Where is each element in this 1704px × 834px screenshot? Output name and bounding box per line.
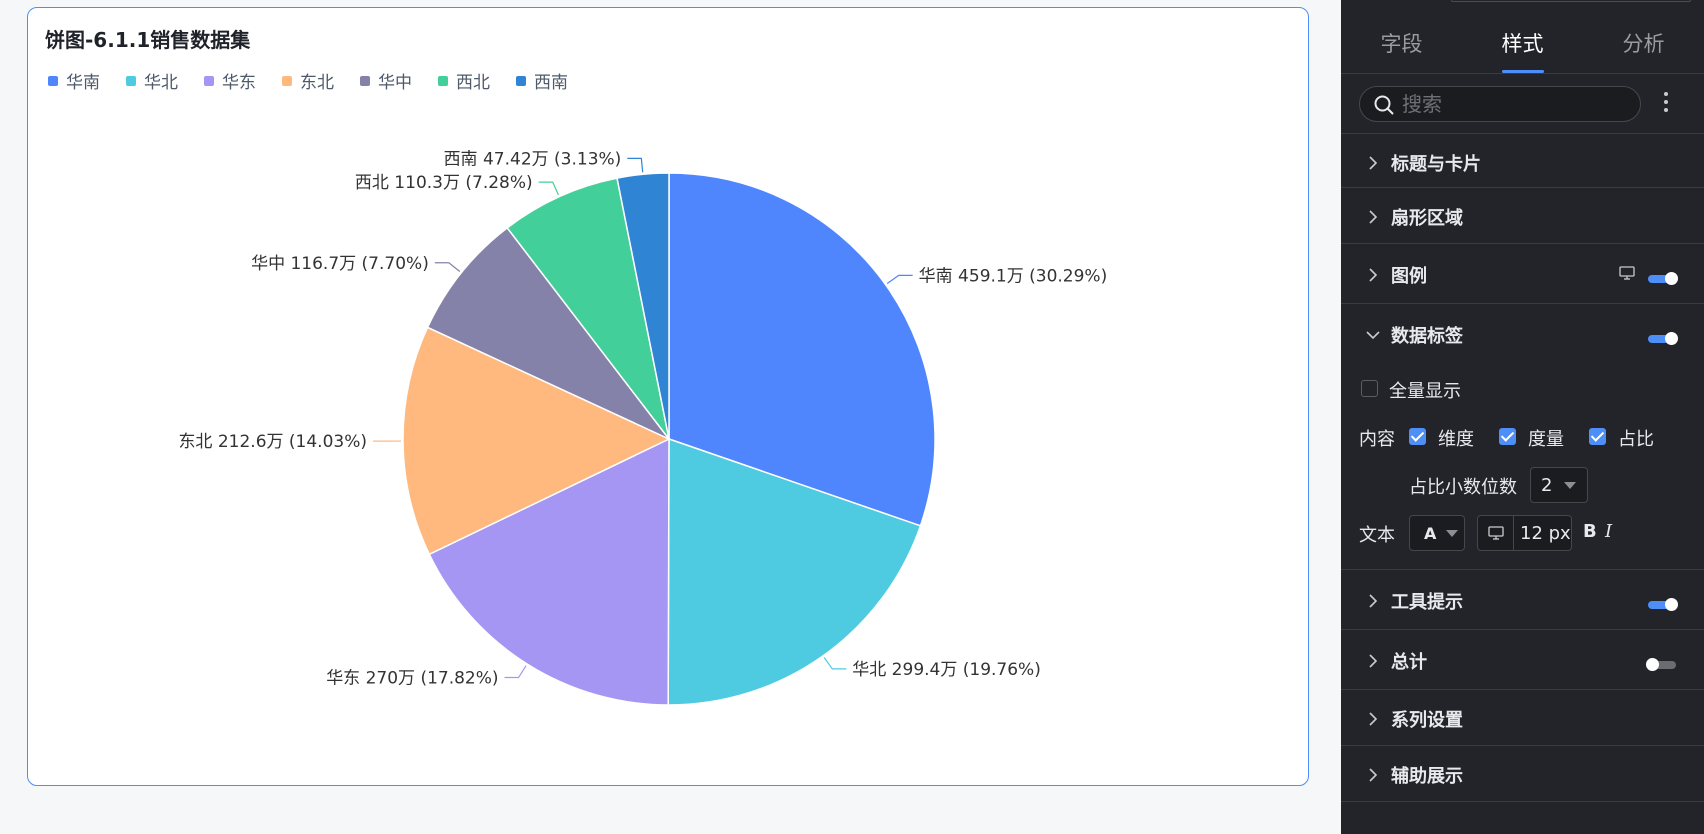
chevron-right-icon (1369, 156, 1378, 170)
section-series[interactable]: 系列设置 (1341, 690, 1704, 746)
ratio-checkbox[interactable] (1589, 428, 1606, 445)
section-total[interactable]: 总计 (1341, 630, 1704, 690)
chart-card[interactable]: 饼图-6.1.1销售数据集 华南 华北 华东 东北 华中 西北 西南 华南 45… (27, 7, 1309, 786)
search-icon (1374, 95, 1394, 115)
section-data-label: 数据标签 全量显示 内容 维度 度量 占比 占比小数位数 2 文本 A 12 p… (1341, 304, 1704, 570)
data-label-huanan: 华南 459.1万 (30.29%) (919, 266, 1108, 286)
section-title: 系列设置 (1391, 710, 1463, 731)
chevron-right-icon (1369, 594, 1378, 608)
tab-fields[interactable]: 字段 (1341, 0, 1462, 73)
section-title: 图例 (1391, 266, 1427, 287)
tooltip-toggle[interactable] (1648, 598, 1678, 611)
measure-label: 度量 (1528, 429, 1564, 450)
section-head: 系列设置 (1365, 706, 1463, 732)
section-title: 总计 (1391, 652, 1427, 673)
ratio-label: 占比 (1618, 429, 1654, 450)
font-size-value: 12 px (1520, 522, 1571, 544)
data-label-huazhong: 华中 116.7万 (7.70%) (251, 254, 429, 274)
monitor-icon[interactable] (1619, 266, 1635, 280)
dimension-label: 维度 (1438, 429, 1474, 450)
chevron-right-icon (1369, 654, 1378, 668)
data-label-huadong: 华东 270万 (17.82%) (326, 669, 498, 689)
total-toggle[interactable] (1646, 658, 1676, 671)
pie-chart: 华南 459.1万 (30.29%) 华北 299.4万 (19.76%) 华东 2… (178, 149, 1108, 706)
section-head: 辅助展示 (1365, 762, 1463, 788)
show-all-label: 全量显示 (1389, 381, 1461, 402)
chevron-right-icon (1369, 712, 1378, 726)
divider (1513, 516, 1514, 550)
search-row (1341, 74, 1704, 134)
font-color-select[interactable]: A (1409, 515, 1465, 551)
caret-down-icon (1446, 529, 1459, 537)
section-sector[interactable]: 扇形区域 (1341, 188, 1704, 244)
bold-button[interactable]: B (1583, 521, 1597, 542)
section-head: 总计 (1365, 648, 1427, 674)
label-leader-line (538, 181, 559, 196)
decimals-label: 占比小数位数 (1409, 477, 1517, 498)
data-label-xinan: 西南 47.42万 (3.13%) (444, 149, 622, 169)
section-title: 扇形区域 (1391, 208, 1463, 229)
dimension-checkbox[interactable] (1409, 428, 1426, 445)
data-label-toggle[interactable] (1648, 332, 1678, 345)
font-size-input[interactable]: 12 px (1477, 515, 1572, 551)
section-tooltip[interactable]: 工具提示 (1341, 570, 1704, 630)
section-title: 标题与卡片 (1391, 154, 1481, 175)
label-leader-line (434, 262, 461, 272)
italic-button[interactable]: I (1605, 521, 1612, 542)
content-label: 内容 (1359, 429, 1395, 450)
section-title: 数据标签 (1391, 326, 1463, 347)
style-panel: 字段 样式 分析 标题与卡片 扇形区域 图例 (1341, 0, 1704, 834)
section-head[interactable]: 数据标签 (1365, 322, 1463, 348)
section-head: 工具提示 (1365, 588, 1463, 614)
chevron-right-icon (1369, 768, 1378, 782)
more-options-icon[interactable] (1663, 92, 1669, 114)
tab-analysis[interactable]: 分析 (1583, 0, 1704, 73)
show-all-checkbox[interactable] (1361, 380, 1378, 397)
tab-style[interactable]: 样式 (1462, 0, 1583, 73)
section-head: 标题与卡片 (1365, 150, 1481, 176)
font-letter-icon: A (1424, 523, 1437, 543)
chevron-right-icon (1369, 268, 1378, 282)
label-leader-line (823, 657, 847, 670)
panel-tabs: 字段 样式 分析 (1341, 0, 1704, 74)
section-title: 辅助展示 (1391, 766, 1463, 787)
text-label: 文本 (1359, 525, 1395, 546)
section-title: 工具提示 (1391, 592, 1463, 613)
label-leader-line (886, 274, 913, 284)
monitor-icon (1488, 526, 1504, 540)
caret-down-icon (1564, 481, 1577, 489)
section-head: 扇形区域 (1365, 204, 1463, 230)
legend-toggle[interactable] (1648, 272, 1678, 285)
section-title-card[interactable]: 标题与卡片 (1341, 134, 1704, 188)
search-box[interactable] (1359, 86, 1641, 122)
chevron-right-icon (1369, 210, 1378, 224)
section-aux[interactable]: 辅助展示 (1341, 746, 1704, 802)
data-label-dongbei: 东北 212.6万 (14.03%) (178, 432, 367, 452)
decimals-select[interactable]: 2 (1530, 467, 1588, 503)
data-label-xibei: 西北 110.3万 (7.28%) (355, 173, 533, 193)
label-leader-line (504, 665, 527, 679)
search-input[interactable] (1402, 91, 1632, 117)
decimals-value: 2 (1541, 474, 1553, 496)
chevron-down-icon (1366, 331, 1380, 340)
section-head: 图例 (1365, 262, 1427, 288)
section-legend[interactable]: 图例 (1341, 244, 1704, 304)
data-label-huabei: 华北 299.4万 (19.76%) (852, 660, 1041, 680)
label-leader-line (627, 157, 644, 173)
measure-checkbox[interactable] (1499, 428, 1516, 445)
